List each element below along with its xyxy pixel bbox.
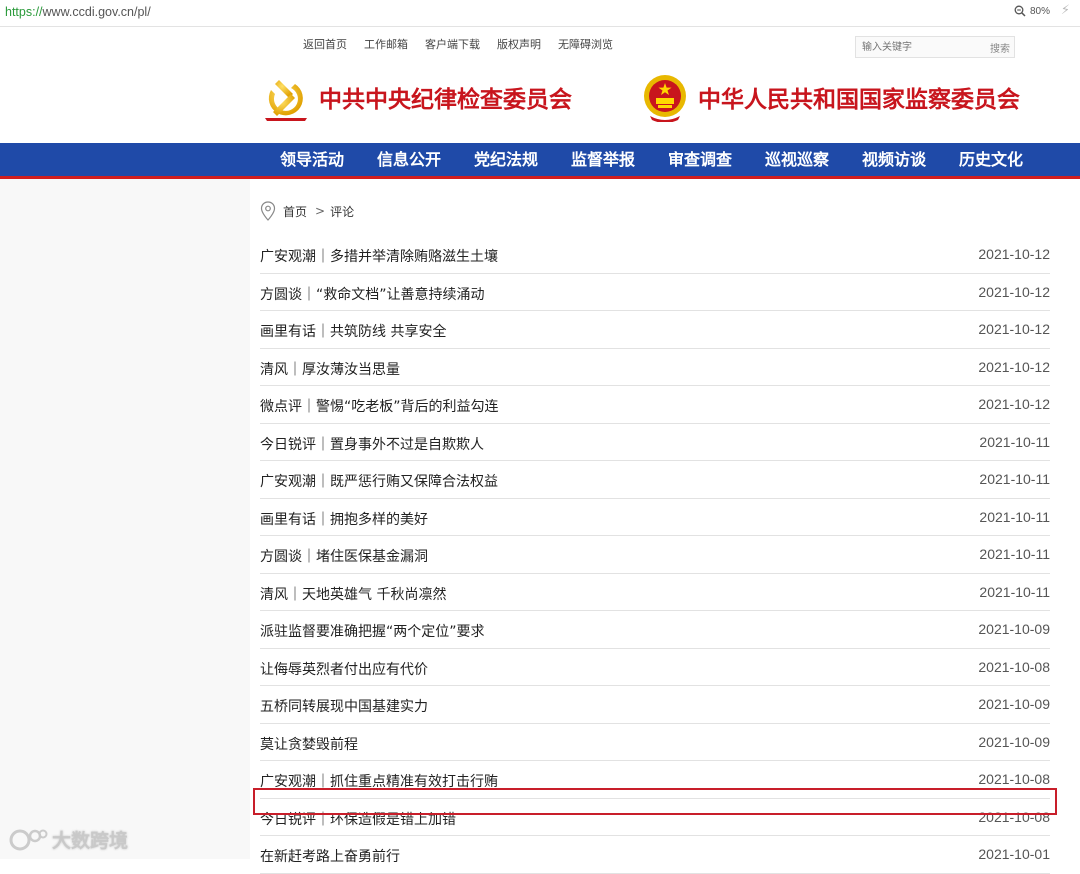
article-title[interactable]: 派驻监督要准确把握“两个定位”要求 [260,621,485,641]
nav-item-video[interactable]: 视频访谈 [862,143,959,176]
ccdi-logo[interactable]: 中共中央纪律检查委员会 [261,72,572,122]
nav-item-reporting[interactable]: 监督举报 [571,143,668,176]
article-title[interactable]: 广安观潮｜既严惩行贿又保障合法权益 [260,471,498,491]
article-date: 2021-10-09 [978,696,1050,712]
search-input[interactable] [860,39,974,56]
ccdi-name: 中共中央纪律检查委员会 [319,86,572,113]
article-date: 2021-10-12 [978,321,1050,337]
list-item[interactable]: 莫让贪婪毁前程 2021-10-09 [260,724,1050,761]
nav-item-leadership[interactable]: 领导活动 [280,143,377,176]
article-title[interactable]: 在新赶考路上奋勇前行 [260,846,400,866]
nav-item-investigation[interactable]: 审查调查 [668,143,765,176]
national-emblem-icon [644,75,686,122]
breadcrumb: 首页 > 评论 [260,201,354,221]
list-item[interactable]: 广安观潮｜抓住重点精准有效打击行贿 2021-10-08 [260,761,1050,799]
article-title[interactable]: 方圆谈｜堵住医保基金漏洞 [260,546,428,566]
article-date: 2021-10-01 [978,846,1050,862]
article-title[interactable]: 微点评｜警惕“吃老板”背后的利益勾连 [260,396,499,416]
top-links: 返回首页 工作邮箱 客户端下载 版权声明 无障碍浏览 [303,36,630,52]
article-date: 2021-10-11 [979,433,1050,450]
left-panel [0,179,250,859]
link-copyright[interactable]: 版权声明 [497,36,541,52]
list-item[interactable]: 画里有话｜共筑防线 共享安全 2021-10-12 [260,311,1050,349]
article-date: 2021-10-12 [978,246,1050,262]
breadcrumb-separator: > [315,204,326,218]
list-item[interactable]: 让侮辱英烈者付出应有代价 2021-10-08 [260,649,1050,686]
search-box: 搜索 [855,36,1015,58]
list-item[interactable]: 在新赶考路上奋勇前行 2021-10-01 [260,836,1050,874]
article-title[interactable]: 清风｜厚汝薄汝当思量 [260,359,400,379]
article-date: 2021-10-12 [978,396,1050,412]
list-item[interactable]: 广安观潮｜多措并举清除贿赂滋生土壤 2021-10-12 [260,236,1050,274]
list-item[interactable]: 方圆谈｜“救命文档”让善意持续涌动 2021-10-12 [260,274,1050,311]
watermark: 大数跨境 [8,826,128,853]
url-field[interactable]: https://www.ccdi.gov.cn/pl/ [5,5,151,19]
article-date: 2021-10-11 [979,546,1050,562]
article-title[interactable]: 五桥同转展现中国基建实力 [260,696,428,716]
article-date: 2021-10-09 [978,621,1050,637]
article-date: 2021-10-11 [979,471,1050,487]
link-client-download[interactable]: 客户端下载 [425,36,480,52]
link-home[interactable]: 返回首页 [303,36,347,52]
article-title[interactable]: 画里有话｜拥抱多样的美好 [260,509,428,529]
list-item[interactable]: 五桥同转展现中国基建实力 2021-10-09 [260,686,1050,724]
main-nav: 领导活动 信息公开 党纪法规 监督举报 审查调查 巡视巡察 视频访谈 历史文化 [0,143,1080,179]
list-item[interactable]: 清风｜厚汝薄汝当思量 2021-10-12 [260,349,1050,386]
article-date: 2021-10-08 [978,658,1050,675]
list-item[interactable]: 派驻监督要准确把握“两个定位”要求 2021-10-09 [260,611,1050,649]
nav-item-inspection[interactable]: 巡视巡察 [765,143,862,176]
link-mail[interactable]: 工作邮箱 [364,36,408,52]
list-item[interactable]: 清风｜天地英雄气 千秋尚凛然 2021-10-11 [260,574,1050,611]
list-item[interactable]: 今日锐评｜环保造假是错上加错 2021-10-08 [260,799,1050,836]
zoom-indicator[interactable]: 80% [1014,5,1050,17]
article-date: 2021-10-12 [978,283,1050,300]
article-date: 2021-10-12 [978,358,1050,375]
article-title[interactable]: 方圆谈｜“救命文档”让善意持续涌动 [260,284,485,304]
url-path: www.ccdi.gov.cn/pl/ [42,5,151,19]
article-title[interactable]: 广安观潮｜抓住重点精准有效打击行贿 [260,771,498,791]
breadcrumb-current: 评论 [330,204,355,219]
article-title[interactable]: 画里有话｜共筑防线 共享安全 [260,321,446,341]
nsc-name: 中华人民共和国国家监察委员会 [698,86,1020,113]
article-date: 2021-10-08 [978,808,1050,825]
location-pin-icon [260,201,276,221]
browser-address-bar: https://www.ccdi.gov.cn/pl/ 80% ⚡ [0,0,1080,27]
breadcrumb-home[interactable]: 首页 [283,203,307,220]
watermark-logo-icon [9,829,48,850]
article-title[interactable]: 让侮辱英烈者付出应有代价 [260,659,428,679]
link-accessibility[interactable]: 无障碍浏览 [558,36,613,52]
search-button[interactable]: 搜索 [990,40,1010,55]
list-item[interactable]: 方圆谈｜堵住医保基金漏洞 2021-10-11 [260,536,1050,574]
nsc-logo[interactable]: 中华人民共和国国家监察委员会 [640,72,1020,122]
nav-item-history[interactable]: 历史文化 [959,143,1056,176]
list-item[interactable]: 今日锐评｜置身事外不过是自欺欺人 2021-10-11 [260,424,1050,461]
lightning-icon[interactable]: ⚡ [1061,3,1070,18]
article-date: 2021-10-11 [979,508,1050,525]
list-item[interactable]: 广安观潮｜既严惩行贿又保障合法权益 2021-10-11 [260,461,1050,499]
nav-item-disclosure[interactable]: 信息公开 [377,143,474,176]
article-date: 2021-10-09 [978,733,1050,750]
watermark-text: 大数跨境 [52,830,129,852]
article-date: 2021-10-08 [978,771,1050,787]
article-title[interactable]: 广安观潮｜多措并举清除贿赂滋生土壤 [260,246,498,266]
article-title[interactable]: 今日锐评｜环保造假是错上加错 [260,809,456,829]
list-item[interactable]: 画里有话｜拥抱多样的美好 2021-10-11 [260,499,1050,536]
party-emblem-icon [265,80,307,121]
article-list: 广安观潮｜多措并举清除贿赂滋生土壤 2021-10-12 方圆谈｜“救命文档”让善意… [260,236,1050,874]
article-title[interactable]: 今日锐评｜置身事外不过是自欺欺人 [260,434,484,454]
list-item[interactable]: 微点评｜警惕“吃老板”背后的利益勾连 2021-10-12 [260,386,1050,424]
nav-item-regulations[interactable]: 党纪法规 [474,143,571,176]
zoom-level: 80% [1029,5,1050,17]
article-title[interactable]: 清风｜天地英雄气 千秋尚凛然 [260,584,446,604]
article-title[interactable]: 莫让贪婪毁前程 [260,734,358,754]
url-scheme: https:// [5,5,43,19]
zoom-icon [1014,5,1026,17]
article-date: 2021-10-11 [979,583,1050,600]
